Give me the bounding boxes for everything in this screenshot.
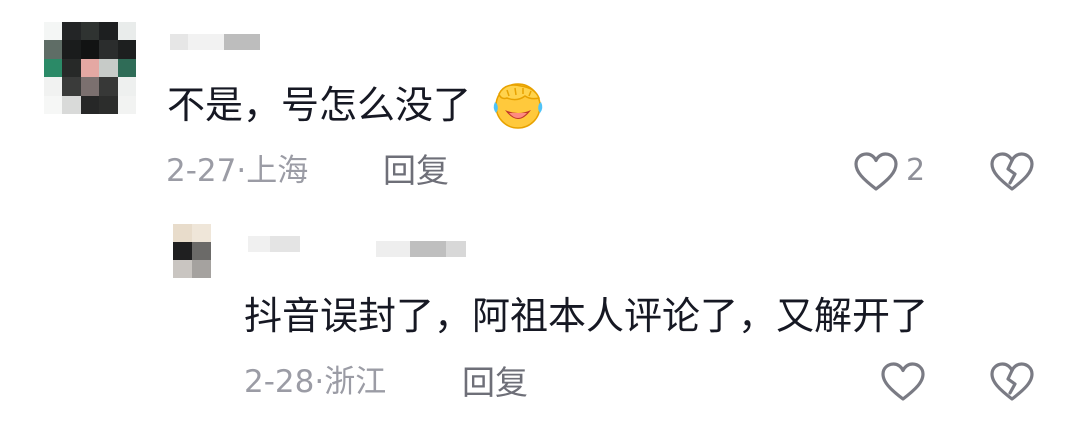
reply-location: 浙江 bbox=[324, 364, 387, 400]
username-blurred[interactable] bbox=[170, 34, 260, 50]
like-heart-icon[interactable] bbox=[853, 151, 899, 193]
avatar-pixel bbox=[99, 22, 118, 41]
avatar-pixel bbox=[192, 224, 211, 242]
avatar-pixel bbox=[80, 95, 100, 114]
avatar-pixel bbox=[99, 58, 118, 78]
avatar-pixel bbox=[80, 58, 100, 78]
blur-block bbox=[170, 34, 188, 50]
avatar-pixel bbox=[62, 22, 81, 41]
blur-block bbox=[248, 236, 270, 252]
blur-block bbox=[446, 241, 466, 257]
avatar-pixel bbox=[99, 77, 118, 96]
meta-separator: · bbox=[314, 364, 325, 400]
avatar-pixel bbox=[62, 58, 81, 78]
avatar-pixel bbox=[117, 95, 136, 114]
avatar-pixel bbox=[44, 58, 63, 78]
reply-comment-text: 抖音误封了，阿祖本人评论了，又解开了 bbox=[244, 294, 929, 338]
avatar-pixel bbox=[80, 77, 100, 96]
avatar-pixel bbox=[80, 22, 100, 41]
blur-block bbox=[376, 241, 410, 257]
avatar-pixel bbox=[99, 95, 118, 114]
comment-location: 上海 bbox=[246, 153, 309, 189]
avatar-pixel bbox=[117, 22, 136, 41]
blur-block bbox=[224, 34, 260, 50]
avatar-pixel bbox=[173, 260, 192, 278]
avatar-pixel bbox=[80, 40, 100, 59]
avatar-pixel bbox=[192, 260, 211, 278]
dislike-broken-heart-icon[interactable] bbox=[989, 151, 1035, 193]
reply-button[interactable]: 回复 bbox=[462, 366, 528, 399]
avatar-pixel bbox=[44, 22, 63, 41]
reply-button[interactable]: 回复 bbox=[383, 154, 449, 187]
comment-text: 不是，号怎么没了 bbox=[167, 83, 472, 127]
avatar-pixel bbox=[44, 77, 63, 96]
avatar-pixel bbox=[62, 40, 81, 59]
avatar-pixel bbox=[62, 77, 81, 96]
reply-meta: 2-28·浙江 bbox=[244, 367, 386, 398]
comment-date: 2-27 bbox=[166, 153, 237, 189]
avatar-pixel bbox=[117, 40, 136, 59]
username-blurred[interactable] bbox=[248, 236, 300, 252]
avatar-pixel bbox=[44, 95, 63, 114]
meta-separator: · bbox=[236, 153, 247, 189]
blur-block bbox=[188, 34, 224, 50]
avatar-pixel bbox=[173, 224, 192, 242]
avatar-pixel bbox=[117, 77, 136, 96]
avatar-pixel bbox=[173, 242, 192, 260]
like-heart-icon[interactable] bbox=[880, 361, 926, 403]
avatar-pixel bbox=[117, 58, 136, 78]
face-palm-laughing-emoji bbox=[491, 80, 545, 130]
avatar-pixel bbox=[99, 40, 118, 59]
avatar[interactable] bbox=[44, 22, 136, 114]
reply-date: 2-28 bbox=[244, 364, 315, 400]
dislike-broken-heart-icon[interactable] bbox=[989, 361, 1035, 403]
comment-meta: 2-27·上海 bbox=[166, 156, 308, 187]
blur-block bbox=[270, 236, 300, 252]
avatar-pixel bbox=[44, 40, 63, 59]
like-count: 2 bbox=[906, 153, 926, 188]
avatar[interactable] bbox=[173, 224, 211, 278]
avatar-pixel bbox=[192, 242, 211, 260]
blur-block bbox=[410, 241, 446, 257]
reply-to-username-blurred[interactable] bbox=[376, 241, 466, 257]
avatar-pixel bbox=[62, 95, 81, 114]
